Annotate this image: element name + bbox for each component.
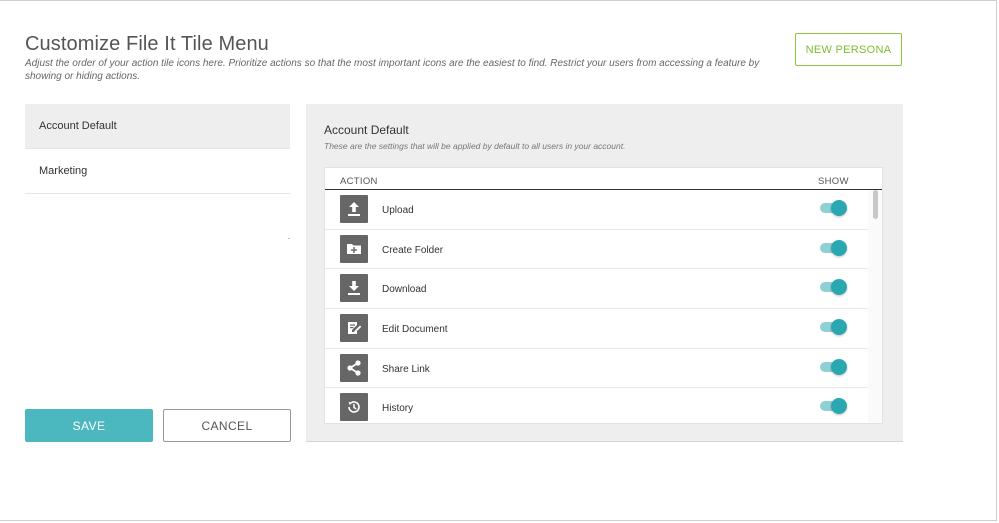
actions-table: ACTION SHOW Upload Create Folder Downloa… xyxy=(324,167,883,424)
persona-item-label: Account Default xyxy=(39,120,117,132)
show-toggle[interactable] xyxy=(819,200,847,216)
history-icon xyxy=(340,393,368,422)
table-header: ACTION SHOW xyxy=(325,168,882,190)
show-toggle[interactable] xyxy=(819,358,847,375)
table-row[interactable]: Download xyxy=(325,269,868,310)
cancel-button[interactable]: CANCEL xyxy=(163,409,291,442)
scrollbar[interactable] xyxy=(868,190,882,423)
column-header-show: SHOW xyxy=(818,176,849,187)
show-toggle[interactable] xyxy=(819,398,847,415)
row-label: Download xyxy=(382,284,427,296)
show-toggle[interactable] xyxy=(819,239,847,256)
create-folder-icon xyxy=(340,234,368,263)
upload-icon xyxy=(340,195,368,223)
edit-document-icon xyxy=(340,314,368,343)
persona-item-account-default[interactable]: Account Default xyxy=(25,104,290,149)
row-label: Create Folder xyxy=(382,244,444,256)
scrollbar-thumb[interactable] xyxy=(873,190,878,219)
persona-item-label: Marketing xyxy=(39,165,88,177)
row-label: History xyxy=(382,403,414,415)
show-toggle[interactable] xyxy=(819,279,847,296)
table-row[interactable]: Share Link xyxy=(325,349,868,389)
page-title: Customize File It Tile Menu xyxy=(25,33,269,55)
divider xyxy=(288,238,290,239)
table-row[interactable]: Create Folder xyxy=(325,230,868,270)
row-label: Edit Document xyxy=(382,324,448,336)
row-label: Share Link xyxy=(382,363,430,375)
table-row[interactable]: Edit Document xyxy=(325,309,868,349)
download-icon xyxy=(340,274,368,303)
column-header-action: ACTION xyxy=(340,176,378,187)
save-button[interactable]: SAVE xyxy=(25,409,153,442)
page-description: Adjust the order of your action tile ico… xyxy=(25,58,760,82)
show-toggle[interactable] xyxy=(819,319,847,336)
panel-title: Account Default xyxy=(324,123,409,137)
row-label: Upload xyxy=(382,205,414,216)
panel-description: These are the settings that will be appl… xyxy=(324,141,626,151)
action-rows: Upload Create Folder Download Edit Docum… xyxy=(325,190,868,423)
persona-item-marketing[interactable]: Marketing xyxy=(25,149,290,194)
new-persona-button[interactable]: NEW PERSONA xyxy=(795,33,902,66)
persona-list: Account Default Marketing xyxy=(25,104,290,244)
share-link-icon xyxy=(340,353,368,382)
settings-panel: Account Default These are the settings t… xyxy=(306,104,903,442)
table-row[interactable]: History xyxy=(325,388,868,423)
table-row[interactable]: Upload xyxy=(325,190,868,230)
